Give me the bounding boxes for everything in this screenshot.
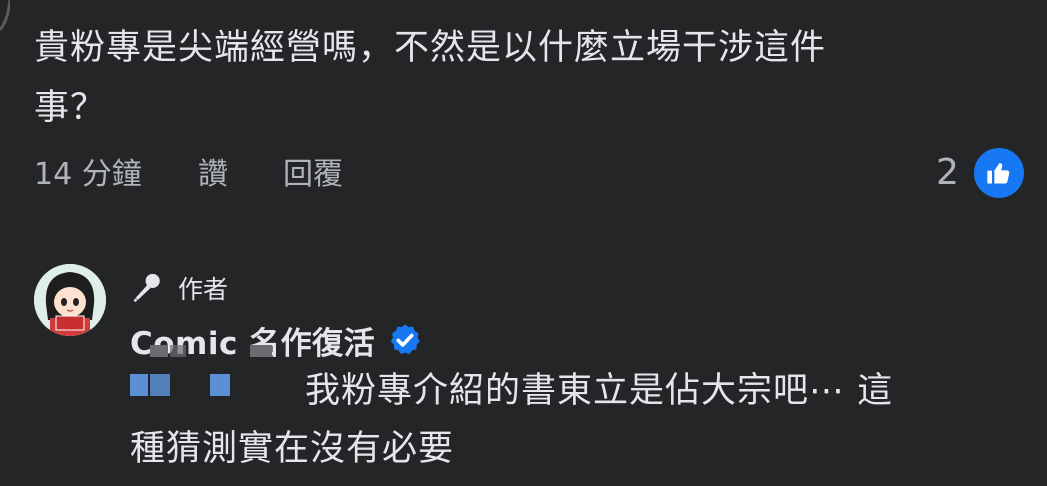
comment-timestamp[interactable]: 14 分鐘 bbox=[34, 153, 142, 197]
reply-button[interactable]: 回覆 bbox=[283, 153, 343, 197]
redaction-block bbox=[250, 345, 272, 357]
reply-text-line1: 我粉專介紹的書東立是佔大宗吧⋯ 這 bbox=[305, 371, 894, 411]
redaction-block bbox=[150, 345, 168, 357]
reply-body: 我粉專介紹的書東立是佔大宗吧⋯ 這 種猜測實在沒有必要 bbox=[130, 362, 1010, 478]
comment-body: 貴粉專是尖端經營嗎，不然是以什麼立場干涉這件 事？ bbox=[34, 18, 994, 138]
comment-text-line2: 事？ bbox=[34, 88, 107, 128]
thread-line bbox=[0, 0, 10, 31]
author-badge: 作者 bbox=[130, 268, 228, 308]
comment-text-line1: 貴粉專是尖端經營嗎，不然是以什麼立場干涉這件 bbox=[34, 28, 827, 68]
redaction-block bbox=[170, 345, 186, 357]
author-badge-label: 作者 bbox=[178, 275, 229, 304]
thumbs-up-icon[interactable] bbox=[972, 146, 1026, 200]
like-button[interactable]: 讚 bbox=[198, 153, 228, 197]
avatar[interactable] bbox=[34, 264, 106, 336]
reaction-count[interactable]: 2 bbox=[936, 148, 959, 198]
reply-text-line2: 種猜測實在沒有必要 bbox=[130, 429, 455, 469]
microphone-icon bbox=[133, 273, 160, 303]
verified-badge-icon bbox=[391, 324, 420, 355]
avatar-illustration bbox=[34, 264, 106, 336]
